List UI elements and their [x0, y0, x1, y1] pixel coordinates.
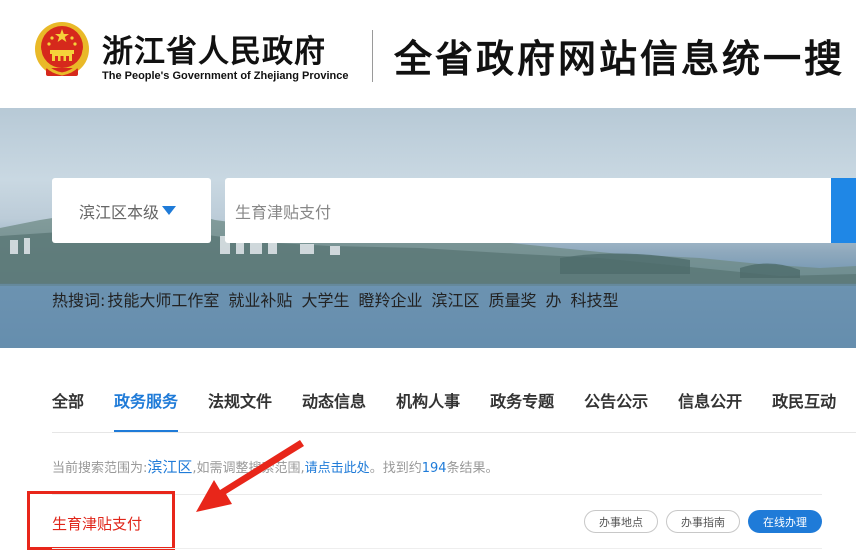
hot-keyword[interactable]: 就业补贴: [228, 287, 292, 311]
search-button[interactable]: [831, 178, 856, 243]
hot-keyword[interactable]: 技能大师工作室: [107, 287, 219, 311]
annotation-arrow-icon: [196, 440, 304, 512]
tab-interaction[interactable]: 政民互动: [772, 388, 836, 433]
scope-suffix: 条结果。: [446, 461, 499, 476]
category-tabs: 全部 政务服务 法规文件 动态信息 机构人事 政务专题 公告公示 信息公开 政民…: [52, 388, 856, 433]
location-button[interactable]: 办事地点: [584, 510, 658, 533]
scope-dropdown[interactable]: 滨江区本级: [52, 178, 211, 243]
scope-dropdown-label: 滨江区本级: [79, 202, 160, 222]
scope-region: 滨江区: [147, 458, 193, 476]
change-scope-link[interactable]: 请点击此处: [305, 461, 370, 476]
tabs-divider: [52, 432, 856, 433]
site-header: 浙江省人民政府 The People's Government of Zheji…: [0, 0, 856, 108]
tab-topics[interactable]: 政务专题: [490, 388, 554, 433]
site-title: 全省政府网站信息统一搜: [394, 36, 846, 81]
hot-search: 热搜词: 技能大师工作室 就业补贴 大学生 瞪羚企业 滨江区 质量奖 办 科技型: [52, 287, 628, 311]
annotation-highlight-box: [27, 491, 175, 550]
hot-keyword[interactable]: 瞪羚企业: [358, 287, 422, 311]
result-count: 194: [421, 461, 447, 476]
tab-info-disclosure[interactable]: 信息公开: [678, 388, 742, 433]
hot-keyword[interactable]: 科技型: [571, 287, 619, 311]
national-emblem-icon: [35, 22, 89, 76]
hot-keyword[interactable]: 大学生: [301, 287, 349, 311]
hot-search-label: 热搜词:: [52, 291, 106, 310]
hot-keyword[interactable]: 滨江区: [431, 287, 479, 311]
guide-button[interactable]: 办事指南: [666, 510, 740, 533]
tab-regulations[interactable]: 法规文件: [208, 388, 272, 433]
result-divider: [52, 548, 822, 549]
search-input[interactable]: [225, 178, 831, 243]
hot-keyword[interactable]: 办: [546, 287, 562, 311]
hot-keyword[interactable]: 质量奖: [488, 287, 536, 311]
scope-prefix: 当前搜索范围为:: [52, 461, 148, 476]
online-apply-button[interactable]: 在线办理: [748, 510, 822, 533]
scope-after-link: 。找到约: [369, 461, 422, 476]
tab-news[interactable]: 动态信息: [302, 388, 366, 433]
header-divider: [372, 30, 373, 82]
caret-down-icon: [162, 206, 177, 215]
tab-gov-services[interactable]: 政务服务: [114, 388, 179, 433]
page: 浙江省人民政府 The People's Government of Zheji…: [0, 0, 856, 556]
tab-personnel[interactable]: 机构人事: [396, 388, 460, 433]
gov-name-en: The People's Government of Zhejiang Prov…: [102, 70, 349, 82]
tab-all[interactable]: 全部: [52, 388, 84, 433]
tab-announcements[interactable]: 公告公示: [584, 388, 648, 433]
gov-name: 浙江省人民政府: [102, 34, 326, 70]
